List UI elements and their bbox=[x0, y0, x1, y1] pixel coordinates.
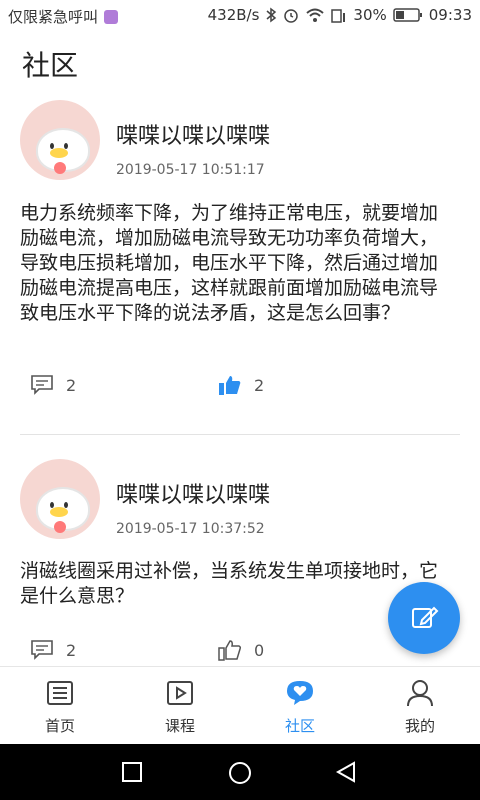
recent-apps-icon[interactable] bbox=[121, 761, 143, 783]
author-name[interactable]: 喋喋以喋以喋喋 bbox=[116, 118, 270, 150]
system-nav-bar bbox=[0, 744, 480, 800]
tab-label: 首页 bbox=[44, 717, 75, 735]
comment-button[interactable]: 2 bbox=[30, 639, 76, 661]
tab-profile[interactable]: 我的 bbox=[360, 667, 480, 745]
tab-label: 社区 bbox=[284, 717, 315, 735]
avatar[interactable] bbox=[20, 459, 100, 539]
status-bar: 仅限紧急呼叫 432B/s 30% 09:33 bbox=[0, 0, 480, 32]
comment-button[interactable]: 2 bbox=[30, 374, 76, 396]
tab-courses[interactable]: 课程 bbox=[120, 667, 240, 745]
comment-icon bbox=[31, 375, 53, 395]
tab-community[interactable]: 社区 bbox=[240, 667, 360, 745]
post-time: 2019-05-17 10:37:52 bbox=[116, 521, 265, 537]
author-name[interactable]: 喋喋以喋以喋喋 bbox=[116, 477, 270, 509]
divider bbox=[20, 434, 460, 435]
post-content[interactable]: 消磁线圈采用过补偿，当系统发生单项接地时，它是什么意思？ bbox=[20, 559, 440, 609]
battery-icon bbox=[393, 8, 422, 22]
post-time: 2019-05-17 10:51:17 bbox=[116, 162, 265, 178]
tab-home[interactable]: 首页 bbox=[0, 667, 120, 745]
like-count: 2 bbox=[254, 375, 265, 395]
thumbs-up-filled-icon bbox=[219, 376, 241, 395]
tab-label: 课程 bbox=[164, 717, 195, 735]
alarm-icon bbox=[284, 9, 299, 23]
tab-label: 我的 bbox=[404, 717, 435, 735]
clock: 09:33 bbox=[428, 6, 472, 24]
network-speed: 432B/s bbox=[207, 6, 260, 24]
wifi-icon bbox=[306, 8, 325, 22]
page-title: 社区 bbox=[22, 49, 79, 82]
bottom-tab-bar: 首页 课程 社区 我的 bbox=[0, 666, 480, 745]
comment-count: 2 bbox=[66, 640, 77, 660]
back-icon[interactable] bbox=[334, 760, 358, 784]
community-heart-icon bbox=[287, 681, 313, 705]
like-count: 0 bbox=[254, 640, 265, 660]
carrier-text: 仅限紧急呼叫 bbox=[8, 8, 99, 26]
avatar[interactable] bbox=[20, 100, 100, 180]
comment-icon bbox=[31, 640, 53, 660]
thumbs-up-icon bbox=[218, 640, 242, 661]
comment-count: 2 bbox=[66, 375, 77, 395]
post-content[interactable]: 电力系统频率下降，为了维持正常电压，就要增加励磁电流，增加励磁电流导致无功功率负… bbox=[20, 201, 440, 326]
home-icon[interactable] bbox=[227, 760, 253, 786]
battery-percent: 30% bbox=[353, 6, 387, 24]
home-list-icon bbox=[47, 681, 73, 705]
notification-icon bbox=[104, 9, 119, 24]
like-button[interactable]: 2 bbox=[218, 374, 264, 396]
like-button[interactable]: 0 bbox=[218, 639, 264, 661]
video-play-icon bbox=[167, 681, 193, 705]
edit-icon bbox=[412, 606, 439, 628]
user-icon bbox=[407, 680, 433, 707]
bluetooth-icon bbox=[266, 7, 277, 23]
signal-icon bbox=[331, 9, 346, 23]
new-post-button[interactable] bbox=[388, 582, 460, 654]
